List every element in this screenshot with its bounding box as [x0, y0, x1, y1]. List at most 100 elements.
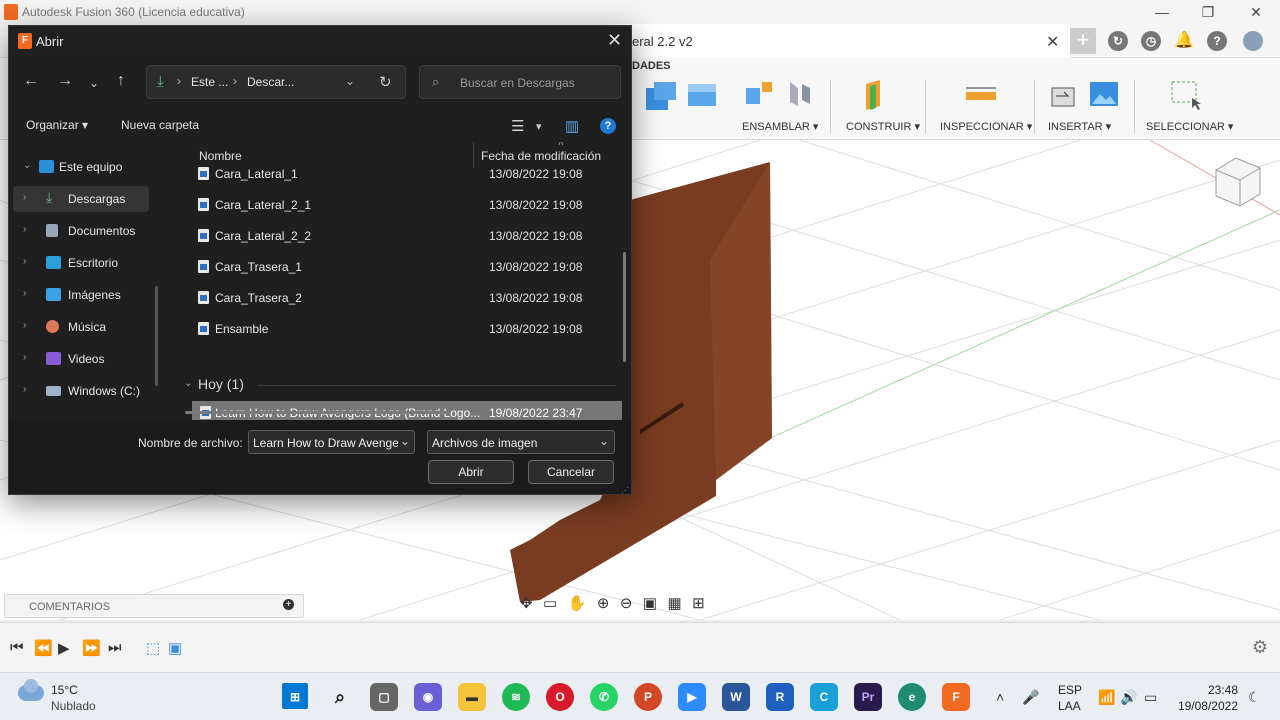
display-settings-icon[interactable]: ▣: [643, 594, 657, 612]
filename-dropdown-icon[interactable]: ⌄: [400, 434, 410, 448]
file-explorer-icon[interactable]: ▬: [458, 683, 486, 711]
column-header-name[interactable]: Nombre: [199, 149, 242, 163]
file-row[interactable]: Cara_Trasera_1 13/08/2022 19:08: [184, 255, 616, 279]
new-folder-button[interactable]: Nueva carpeta: [121, 118, 199, 132]
minimize-button[interactable]: —: [1142, 2, 1182, 22]
edge-browser-icon[interactable]: e: [898, 683, 926, 711]
history-icon[interactable]: ◷: [1141, 31, 1161, 51]
premiere-pro-icon[interactable]: Pr: [854, 683, 882, 711]
expand-chevron-icon[interactable]: ›: [23, 320, 26, 331]
collapse-chevron-icon[interactable]: ⌄: [23, 160, 31, 171]
microphone-icon[interactable]: 🎤: [1022, 689, 1039, 706]
keyboard-language[interactable]: ESP: [1058, 683, 1082, 697]
clock-time[interactable]: 23:48: [1200, 683, 1238, 697]
weather-temperature[interactable]: 15°C: [51, 683, 78, 697]
viewports-icon[interactable]: ⊞: [692, 594, 705, 612]
preview-pane-icon[interactable]: ▥: [565, 117, 579, 135]
clock-date[interactable]: 19/08/2022: [1168, 699, 1238, 713]
construct-group[interactable]: CONSTRUIR ▾: [846, 76, 926, 133]
job-status-icon[interactable]: ↻: [1108, 31, 1128, 51]
resize-grip-icon[interactable]: ⋰: [621, 486, 629, 495]
grid-settings-icon[interactable]: ▦: [668, 594, 682, 612]
orbit-icon[interactable]: ✥: [520, 594, 533, 612]
file-row[interactable]: Cara_Trasera_2 13/08/2022 19:08: [184, 286, 616, 310]
breadcrumb-downloads[interactable]: Descar...: [247, 75, 294, 89]
step-back-icon[interactable]: ⏪: [34, 639, 53, 657]
start-windows-icon[interactable]: ⊞: [282, 683, 308, 709]
step-forward-icon[interactable]: ⏩: [82, 639, 101, 657]
back-arrow-icon[interactable]: ←: [23, 72, 39, 90]
help-icon[interactable]: ?: [1207, 31, 1227, 51]
view-dropdown-chevron-icon[interactable]: ▾: [536, 120, 542, 133]
nav-item-desktop[interactable]: › Escritorio: [13, 250, 149, 276]
filename-input[interactable]: Learn How to Draw Avengers Logo ⌄: [248, 430, 415, 454]
up-arrow-icon[interactable]: ↑: [117, 72, 125, 90]
notifications-icon[interactable]: 🔔: [1174, 31, 1194, 51]
comments-panel[interactable]: COMENTARIOS +: [4, 594, 304, 618]
open-button[interactable]: Abrir: [428, 460, 514, 484]
filetype-dropdown-icon[interactable]: ⌄: [599, 434, 609, 448]
word-icon[interactable]: W: [722, 683, 750, 711]
expand-chevron-icon[interactable]: ›: [23, 288, 26, 299]
inspect-group[interactable]: INSPECCIONAR ▾: [940, 76, 1032, 133]
timeline-feature-icon[interactable]: ⬚: [146, 639, 160, 657]
fusion-360-taskbar-icon[interactable]: F: [942, 683, 970, 711]
show-hidden-icons-icon[interactable]: ˄: [996, 689, 1004, 705]
add-comment-icon[interactable]: +: [283, 599, 294, 610]
search-box[interactable]: ⌕ Buscar en Descargas: [419, 65, 621, 99]
nav-pane-scrollbar[interactable]: [155, 286, 158, 386]
play-icon[interactable]: ▶: [58, 639, 70, 657]
nav-item-videos[interactable]: › Videos: [13, 346, 149, 372]
nav-item-windows-c[interactable]: › Windows (C:): [13, 378, 149, 404]
viewcube-icon[interactable]: [1215, 157, 1261, 207]
whatsapp-icon[interactable]: ✆: [590, 683, 618, 711]
onlyoffice-icon[interactable]: C: [810, 683, 838, 711]
spotify-icon[interactable]: ≋: [502, 683, 530, 711]
go-to-start-icon[interactable]: ⏮: [10, 639, 24, 656]
expand-chevron-icon[interactable]: ›: [23, 256, 26, 267]
go-to-end-icon[interactable]: ⏭: [108, 639, 122, 656]
keyboard-layout[interactable]: LAA: [1058, 699, 1081, 713]
nav-item-this-pc[interactable]: ⌄ Este equipo: [13, 154, 149, 180]
nav-item-pictures[interactable]: › Imágenes: [13, 282, 149, 308]
expand-chevron-icon[interactable]: ›: [23, 384, 26, 395]
address-dropdown-icon[interactable]: ⌄: [345, 74, 355, 88]
column-header-date[interactable]: Fecha de modificación: [481, 149, 601, 163]
search-icon[interactable]: ⌕: [326, 683, 354, 711]
assemble-group[interactable]: ENSAMBLAR ▾: [742, 76, 822, 133]
maximize-button[interactable]: ❐: [1188, 2, 1228, 22]
task-view-icon[interactable]: ▢: [370, 683, 398, 711]
cancel-button[interactable]: Cancelar: [528, 460, 614, 484]
powerpoint-icon[interactable]: P: [634, 683, 662, 711]
fit-icon[interactable]: ⊖: [620, 594, 633, 612]
insert-group[interactable]: INSERTAR ▾: [1048, 76, 1128, 133]
close-tab-icon[interactable]: ✕: [1046, 32, 1059, 52]
expand-chevron-icon[interactable]: ›: [23, 192, 26, 203]
weather-cloud-icon[interactable]: [18, 679, 44, 701]
weather-condition[interactable]: Nublado: [51, 699, 96, 713]
look-at-icon[interactable]: ▭: [543, 594, 557, 612]
help-icon[interactable]: ?: [600, 118, 616, 134]
settings-gear-icon[interactable]: ⚙: [1252, 637, 1268, 658]
chat-teams-icon[interactable]: ◉: [414, 683, 442, 711]
revit-icon[interactable]: R: [766, 683, 794, 711]
group-collapse-chevron-icon[interactable]: ⌄: [184, 378, 192, 389]
timeline-feature-icon[interactable]: ▣: [168, 639, 182, 657]
group-header-today[interactable]: ⌄ Hoy (1): [182, 375, 622, 395]
new-tab-button[interactable]: +: [1070, 28, 1096, 54]
battery-icon[interactable]: ▭: [1144, 689, 1157, 706]
close-dialog-button[interactable]: ✕: [607, 30, 622, 51]
pan-icon[interactable]: ✋: [568, 594, 587, 612]
zoom-app-icon[interactable]: ▶: [678, 683, 706, 711]
file-row[interactable]: Ensamble 13/08/2022 19:08: [184, 317, 616, 341]
forward-arrow-icon[interactable]: →: [57, 72, 73, 90]
nav-item-documents[interactable]: › Documentos: [13, 218, 149, 244]
file-list-vertical-scrollbar[interactable]: [623, 252, 626, 362]
create-tools-icon[interactable]: [640, 80, 720, 116]
breadcrumb-this-pc[interactable]: Este ...: [191, 75, 228, 89]
nav-item-music[interactable]: › Música: [13, 314, 149, 340]
recent-locations-chevron-icon[interactable]: ⌄: [89, 76, 99, 90]
address-bar[interactable]: ⤓ › Este ... › Descar... ⌄: [146, 65, 406, 99]
close-app-button[interactable]: ✕: [1236, 2, 1276, 22]
zoom-icon[interactable]: ⊕: [597, 594, 610, 612]
